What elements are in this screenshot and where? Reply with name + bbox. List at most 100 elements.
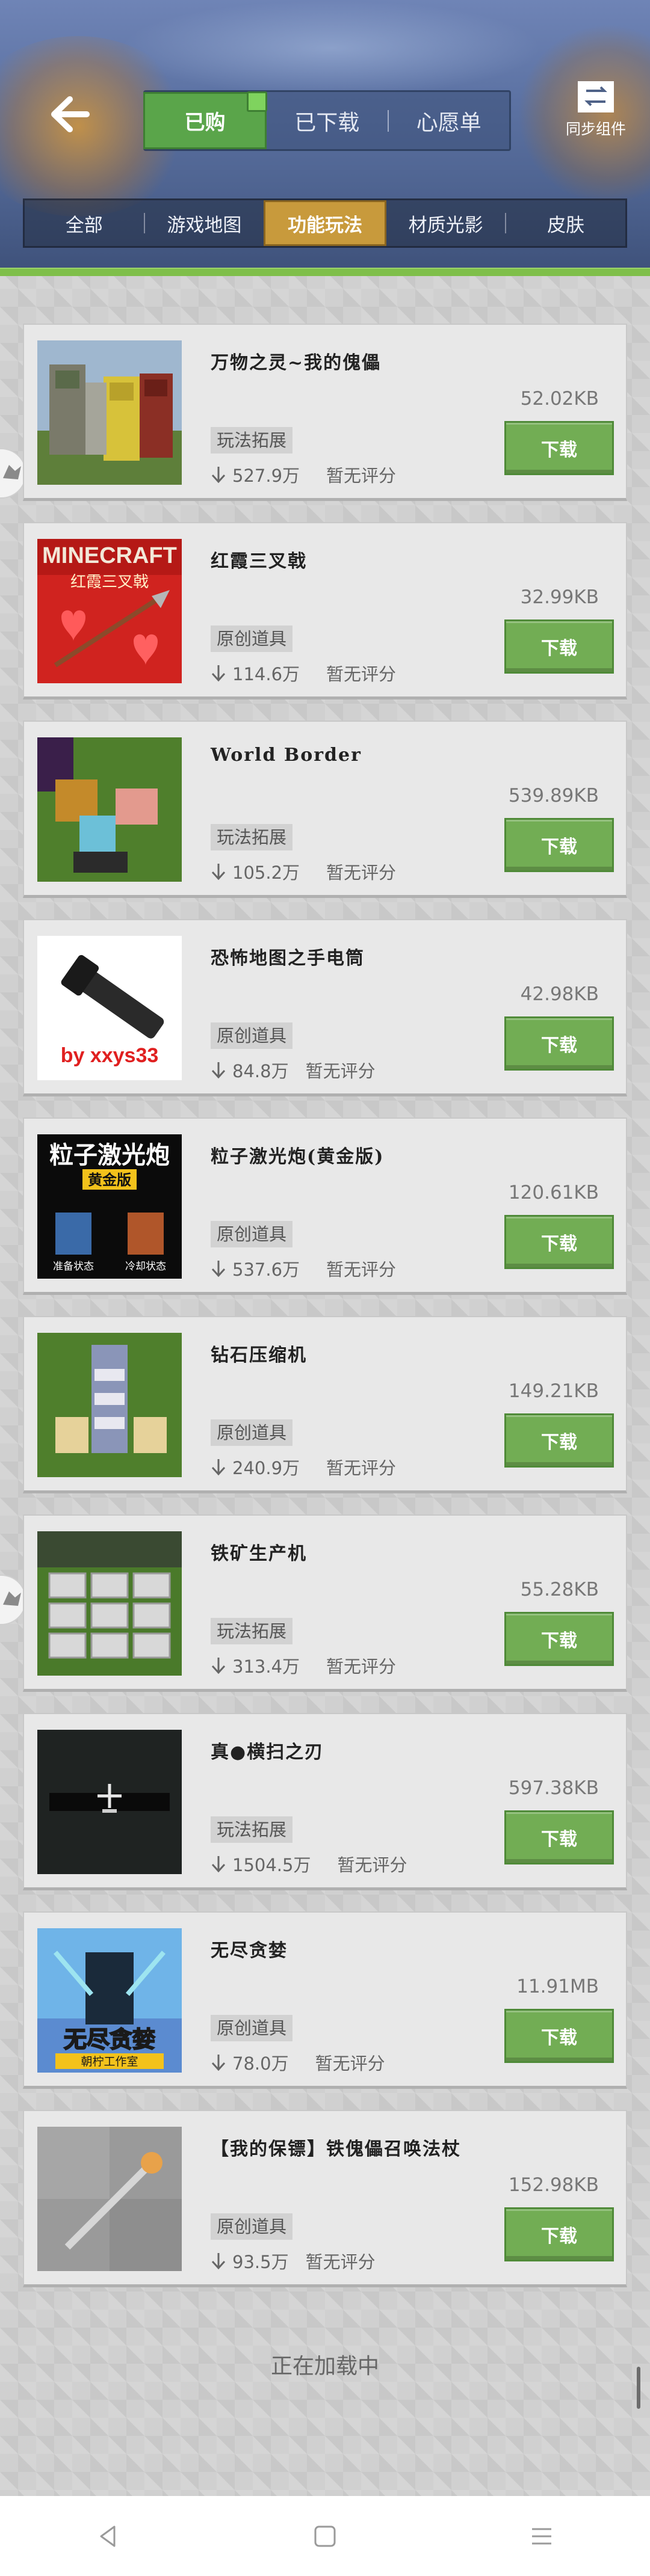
category-all[interactable]: 全部 bbox=[25, 210, 144, 237]
download-button[interactable]: 下载 bbox=[504, 1215, 614, 1269]
list-item[interactable]: 无尽贪婪 朝柠工作室 无尽贪婪 11.91MB 原创道具 78.0万 暂无评分 … bbox=[23, 1911, 627, 2089]
download-button[interactable]: 下载 bbox=[504, 1810, 614, 1864]
item-meta: 78.0万 暂无评分 bbox=[211, 2050, 385, 2075]
list-item[interactable]: 粒子激光炮 黄金版 准备状态 冷却状态 粒子激光炮(黄金版) 120.61KB … bbox=[23, 1117, 627, 1295]
loading-indicator: 正在加载中 bbox=[270, 2354, 379, 2379]
thumbnail-label-left: 准备状态 bbox=[53, 1261, 94, 1273]
item-size: 539.89KB bbox=[508, 785, 599, 807]
list-item[interactable]: 铁矿生产机 55.28KB 玩法拓展 313.4万 暂无评分 下载 bbox=[23, 1514, 627, 1692]
category-maps[interactable]: 游戏地图 bbox=[145, 210, 264, 237]
tab-wishlist[interactable]: 心愿单 bbox=[389, 105, 510, 137]
category-gameplay[interactable]: 功能玩法 bbox=[264, 200, 386, 246]
item-tag: 原创道具 bbox=[211, 1022, 293, 1049]
item-downloads: 84.8万 bbox=[232, 1061, 289, 1081]
nav-home-button[interactable] bbox=[289, 2512, 361, 2560]
scrollbar[interactable] bbox=[637, 2367, 640, 2409]
download-button[interactable]: 下载 bbox=[504, 1413, 614, 1468]
thumbnail-badge-text: 黄金版 bbox=[88, 1172, 131, 1188]
item-title: 铁矿生产机 bbox=[211, 1543, 307, 1564]
tab-active-indicator bbox=[247, 91, 267, 112]
back-button[interactable] bbox=[42, 87, 96, 141]
download-button[interactable]: 下载 bbox=[504, 818, 614, 872]
item-downloads: 313.4万 bbox=[232, 1656, 300, 1677]
category-skins[interactable]: 皮肤 bbox=[506, 210, 625, 237]
item-meta: 114.6万 暂无评分 bbox=[211, 660, 396, 686]
item-rating: 暂无评分 bbox=[305, 1061, 376, 1081]
list-item[interactable]: 万物之灵~我的傀儡 52.02KB 玩法拓展 527.9万 暂无评分 下载 bbox=[23, 324, 627, 501]
item-size: 152.98KB bbox=[508, 2174, 599, 2196]
item-meta: 313.4万 暂无评分 bbox=[211, 1653, 396, 1678]
item-downloads: 537.6万 bbox=[232, 1259, 300, 1280]
download-button[interactable]: 下载 bbox=[504, 2207, 614, 2261]
sync-icon bbox=[578, 81, 614, 112]
list-item[interactable]: World Border 539.89KB 玩法拓展 105.2万 暂无评分 下… bbox=[23, 721, 627, 898]
download-count-icon bbox=[211, 1459, 226, 1476]
item-rating: 暂无评分 bbox=[337, 1855, 407, 1875]
item-meta: 105.2万 暂无评分 bbox=[211, 859, 396, 884]
item-thumbnail: 无尽贪婪 朝柠工作室 bbox=[37, 1928, 182, 2073]
download-count-icon bbox=[211, 2253, 226, 2270]
item-thumbnail bbox=[37, 1730, 182, 1874]
item-tag: 玩法拓展 bbox=[211, 824, 293, 850]
item-rating: 暂无评分 bbox=[326, 664, 397, 684]
square-home-icon bbox=[314, 2525, 336, 2547]
item-title: World Border bbox=[211, 745, 362, 766]
download-count-icon bbox=[211, 1658, 226, 1674]
menu-lines-icon bbox=[532, 2528, 551, 2544]
item-title: 【我的保镖】铁傀儡召唤法杖 bbox=[211, 2139, 461, 2160]
item-size: 32.99KB bbox=[520, 586, 599, 608]
item-downloads: 240.9万 bbox=[232, 1458, 300, 1478]
item-title: 真●横扫之刃 bbox=[211, 1742, 324, 1763]
nav-menu-button[interactable] bbox=[506, 2512, 578, 2560]
item-title: 万物之灵~我的傀儡 bbox=[211, 352, 382, 373]
item-rating: 暂无评分 bbox=[305, 2252, 376, 2272]
item-rating: 暂无评分 bbox=[326, 862, 397, 883]
item-downloads: 78.0万 bbox=[232, 2053, 289, 2074]
download-count-icon bbox=[211, 1062, 226, 1079]
item-meta: 84.8万 暂无评分 bbox=[211, 1057, 376, 1083]
tab-purchased[interactable]: 已购 bbox=[143, 91, 267, 149]
item-size: 11.91MB bbox=[516, 1976, 599, 1997]
item-thumbnail: 粒子激光炮 黄金版 准备状态 冷却状态 bbox=[37, 1134, 182, 1279]
category-textures[interactable]: 材质光影 bbox=[386, 210, 506, 237]
item-size: 120.61KB bbox=[508, 1182, 599, 1203]
thumbnail-label-right: 冷却状态 bbox=[125, 1261, 166, 1273]
list-item[interactable]: 【我的保镖】铁傀儡召唤法杖 152.98KB 原创道具 93.5万 暂无评分 下… bbox=[23, 2110, 627, 2287]
thumbnail-title-text: 粒子激光炮 bbox=[49, 1142, 170, 1169]
item-tag: 原创道具 bbox=[211, 2015, 293, 2041]
thumbnail-logo-text: MINECRAFT bbox=[42, 543, 177, 568]
item-size: 149.21KB bbox=[508, 1380, 599, 1402]
list-item[interactable]: 钻石压缩机 149.21KB 原创道具 240.9万 暂无评分 下载 bbox=[23, 1316, 627, 1493]
item-thumbnail bbox=[37, 340, 182, 485]
item-meta: 537.6万 暂无评分 bbox=[211, 1256, 396, 1281]
item-title: 无尽贪婪 bbox=[211, 1940, 288, 1961]
item-tag: 原创道具 bbox=[211, 1221, 293, 1247]
sync-components-button[interactable]: 同步组件 bbox=[560, 81, 632, 147]
download-button[interactable]: 下载 bbox=[504, 1016, 614, 1071]
tab-purchased-label: 已购 bbox=[184, 111, 226, 135]
item-thumbnail bbox=[37, 1531, 182, 1676]
thumbnail-studio-text: 朝柠工作室 bbox=[81, 2055, 138, 2068]
list-item[interactable]: by xxys33 恐怖地图之手电筒 42.98KB 原创道具 84.8万 暂无… bbox=[23, 919, 627, 1096]
download-count-icon bbox=[211, 1856, 226, 1873]
thumbnail-credit-text: by xxys33 bbox=[61, 1044, 159, 1067]
thumbnail-title-text: 无尽贪婪 bbox=[64, 2026, 155, 2053]
item-meta: 1504.5万 暂无评分 bbox=[211, 1851, 407, 1877]
list-item[interactable]: MINECRAFT 红霞三叉戟 红霞三叉戟 32.99KB 原创道具 114.6… bbox=[23, 522, 627, 699]
item-thumbnail bbox=[37, 2127, 182, 2271]
download-button[interactable]: 下载 bbox=[504, 619, 614, 674]
game-icon bbox=[3, 465, 21, 479]
item-tag: 原创道具 bbox=[211, 1419, 293, 1446]
list-item[interactable]: 真●横扫之刃 597.38KB 玩法拓展 1504.5万 暂无评分 下载 bbox=[23, 1713, 627, 1890]
purchase-tabs: 已购 已下载 心愿单 bbox=[143, 90, 511, 151]
download-button[interactable]: 下载 bbox=[504, 2009, 614, 2063]
item-title: 粒子激光炮(黄金版) bbox=[211, 1146, 385, 1167]
triangle-back-icon bbox=[100, 2525, 116, 2547]
download-button[interactable]: 下载 bbox=[504, 1612, 614, 1666]
item-thumbnail bbox=[37, 1333, 182, 1477]
item-rating: 暂无评分 bbox=[326, 1458, 397, 1478]
tab-downloaded[interactable]: 已下载 bbox=[267, 105, 388, 137]
download-button[interactable]: 下载 bbox=[504, 421, 614, 475]
item-downloads: 1504.5万 bbox=[232, 1855, 311, 1875]
nav-back-button[interactable] bbox=[72, 2512, 144, 2560]
